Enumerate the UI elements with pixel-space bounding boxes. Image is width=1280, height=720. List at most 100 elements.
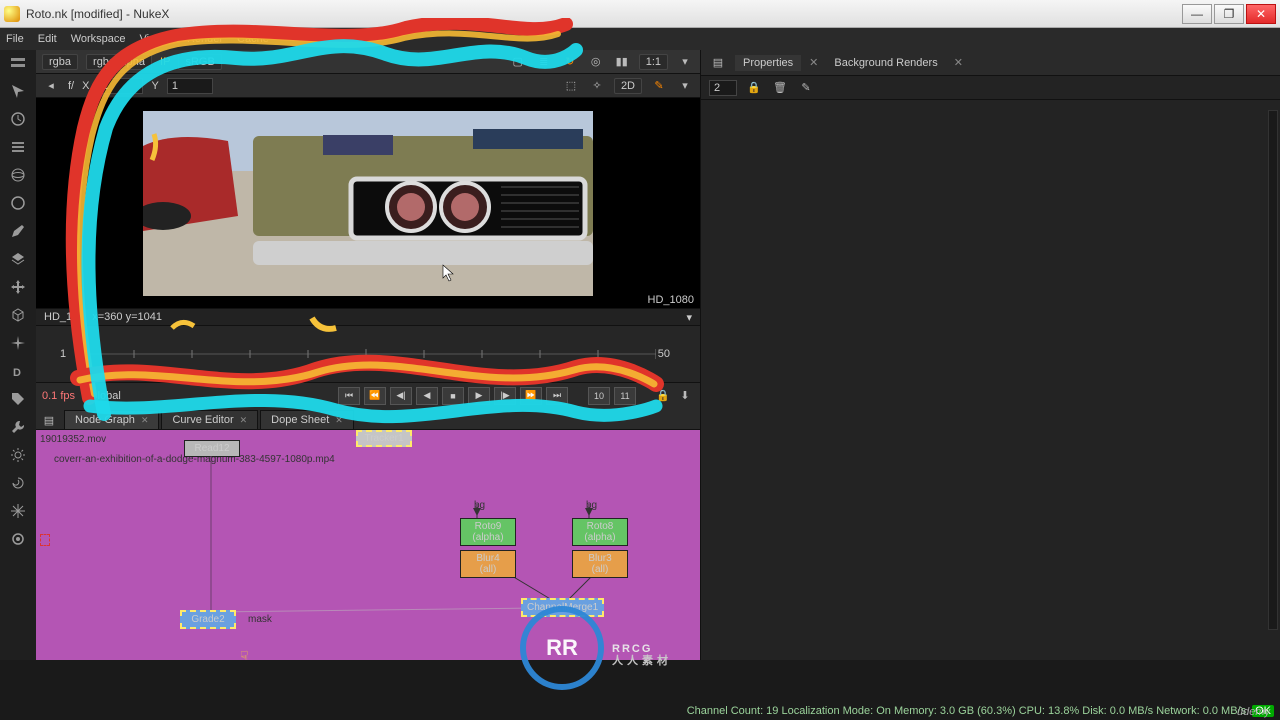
tab-curve-editor[interactable]: Curve Editor✕ [161, 410, 258, 429]
info-caret-icon[interactable]: ▾ [686, 311, 692, 324]
step-back-key-button[interactable]: ⏪ [364, 387, 386, 405]
play-back-button[interactable]: ◀ [416, 387, 438, 405]
close-tab-icon[interactable]: ✕ [240, 415, 248, 426]
lut-select[interactable]: sRGB [178, 54, 221, 70]
menu-viewer[interactable]: Viewer [140, 33, 173, 45]
node-blur3[interactable]: Blur3 (all) [572, 550, 628, 578]
pause-icon[interactable]: ▮▮ [613, 53, 631, 71]
tag-icon[interactable] [9, 390, 27, 408]
pencil-icon[interactable]: ✎ [650, 77, 668, 95]
channel-select-1[interactable]: rgba [42, 54, 78, 70]
goto-end-button[interactable]: ⏭ [546, 387, 568, 405]
d-icon[interactable]: D [9, 362, 27, 380]
wrench-icon[interactable] [9, 418, 27, 436]
y-field[interactable] [167, 78, 213, 94]
wipe-icon[interactable]: ✧ [588, 77, 606, 95]
menu-edit[interactable]: Edit [38, 33, 57, 45]
props-count-field[interactable] [709, 80, 737, 96]
viewer-viewport[interactable]: HD_1080 [36, 98, 700, 308]
pen-icon[interactable] [9, 222, 27, 240]
move-icon[interactable] [9, 278, 27, 296]
layout1-icon[interactable]: ▢ [509, 53, 527, 71]
roi-icon[interactable]: ⬚ [562, 77, 580, 95]
menu-caret-icon[interactable]: ▾ [676, 53, 694, 71]
gear-icon[interactable] [9, 530, 27, 548]
tab-bg-renders[interactable]: Background Renders [826, 55, 945, 71]
menu-workspace[interactable]: Workspace [71, 33, 126, 45]
menubar: File Edit Workspace Viewer Render Cache [0, 28, 1280, 50]
x-label: X [82, 80, 89, 92]
menu-file[interactable]: File [6, 33, 24, 45]
panel-handle-icon[interactable]: ▤ [40, 411, 58, 429]
node-roto9[interactable]: Roto9 (alpha) [460, 518, 516, 546]
arrow-icon[interactable] [9, 82, 27, 100]
edit-icon[interactable]: ✎ [797, 79, 815, 97]
back-icon[interactable]: ◂ [42, 77, 60, 95]
y-label: Y [151, 80, 158, 92]
step-fwd-key-button[interactable]: ⏩ [520, 387, 542, 405]
clock-icon[interactable] [9, 110, 27, 128]
minimize-button[interactable]: — [1182, 4, 1212, 24]
settings-caret-icon[interactable]: ▾ [676, 77, 694, 95]
props-icon[interactable] [9, 54, 27, 72]
tab-dope-sheet-label: Dope Sheet [271, 414, 329, 426]
tab-dope-sheet[interactable]: Dope Sheet ✕ [260, 410, 354, 429]
snow-icon[interactable] [9, 502, 27, 520]
goto-start-button[interactable]: ⏮ [338, 387, 360, 405]
sphere-icon[interactable] [9, 166, 27, 184]
menu-render[interactable]: Render [187, 33, 223, 45]
ip-toggle[interactable]: IP [160, 56, 170, 68]
step-fwd-button[interactable]: |▶ [494, 387, 516, 405]
lock-icon[interactable]: 🔒 [654, 387, 672, 405]
viewer-coord-bar: ◂ f/ X Y ⬚ ✧ 2D ✎ ▾ [36, 74, 700, 98]
menu-cache[interactable]: Cache [237, 33, 269, 45]
play-button[interactable]: ▶ [468, 387, 490, 405]
viewer-mode[interactable]: 2D [614, 78, 642, 94]
trash-icon[interactable]: 🗑 [771, 79, 789, 97]
timeline-start: 1 [60, 348, 66, 360]
range-scope[interactable]: Global [89, 390, 121, 402]
lock-icon[interactable]: 🔒 [745, 79, 763, 97]
layers-icon[interactable] [9, 250, 27, 268]
close-button[interactable]: ✕ [1246, 4, 1276, 24]
hand-cursor-icon: ☟ [240, 648, 249, 660]
node-blur4[interactable]: Blur4 (all) [460, 550, 516, 578]
tab-node-graph[interactable]: Node Graph✕ [64, 410, 159, 429]
panel-handle-icon[interactable]: ▤ [709, 54, 727, 72]
center-icon[interactable]: ◎ [587, 53, 605, 71]
channel-select-2[interactable]: rgba.alpha [86, 54, 152, 70]
window-title: Roto.nk [modified] - NukeX [26, 7, 1182, 21]
swirl-icon[interactable] [9, 474, 27, 492]
bars-icon[interactable] [9, 138, 27, 156]
f-label: f/ [68, 80, 74, 92]
node-grade[interactable]: Grade2 [180, 610, 236, 629]
x-field[interactable] [97, 78, 143, 94]
zoom-ratio[interactable]: 1:1 [639, 54, 668, 70]
spark-icon[interactable] [9, 334, 27, 352]
timeline-end: 50 [658, 348, 670, 360]
scrollbar[interactable] [1268, 110, 1278, 630]
stop-button[interactable]: ■ [442, 387, 464, 405]
node-roto8[interactable]: Roto8 (alpha) [572, 518, 628, 546]
close-tab-icon[interactable]: ✕ [954, 56, 963, 69]
download-icon[interactable]: ⬇ [676, 387, 694, 405]
cog-icon[interactable] [9, 446, 27, 464]
timeline[interactable]: 1 50 [36, 326, 700, 382]
cube-icon[interactable] [9, 306, 27, 324]
close-tab-icon[interactable]: ✕ [141, 415, 149, 426]
step-back-button[interactable]: ◀| [390, 387, 412, 405]
titlebar: Roto.nk [modified] - NukeX — ❐ ✕ [0, 0, 1280, 28]
tab-properties[interactable]: Properties [735, 55, 801, 71]
rows-icon[interactable]: ≣ [535, 53, 553, 71]
node-graph[interactable]: 19019352.mov coverr-an-exhibition-of-a-d… [36, 430, 700, 660]
maximize-button[interactable]: ❐ [1214, 4, 1244, 24]
circle-icon[interactable] [9, 194, 27, 212]
refresh-icon[interactable]: ↻ [561, 53, 579, 71]
frame-skip-b[interactable]: 11 [614, 387, 636, 405]
frame-skip-a[interactable]: 10 [588, 387, 610, 405]
node-channelmerge[interactable]: ChannelMerge1 [521, 598, 604, 617]
selection-box [40, 534, 50, 546]
close-tab-icon[interactable]: ✕ [809, 56, 818, 69]
close-tab-icon[interactable]: ✕ [335, 415, 343, 426]
mask-label: mask [248, 614, 272, 625]
